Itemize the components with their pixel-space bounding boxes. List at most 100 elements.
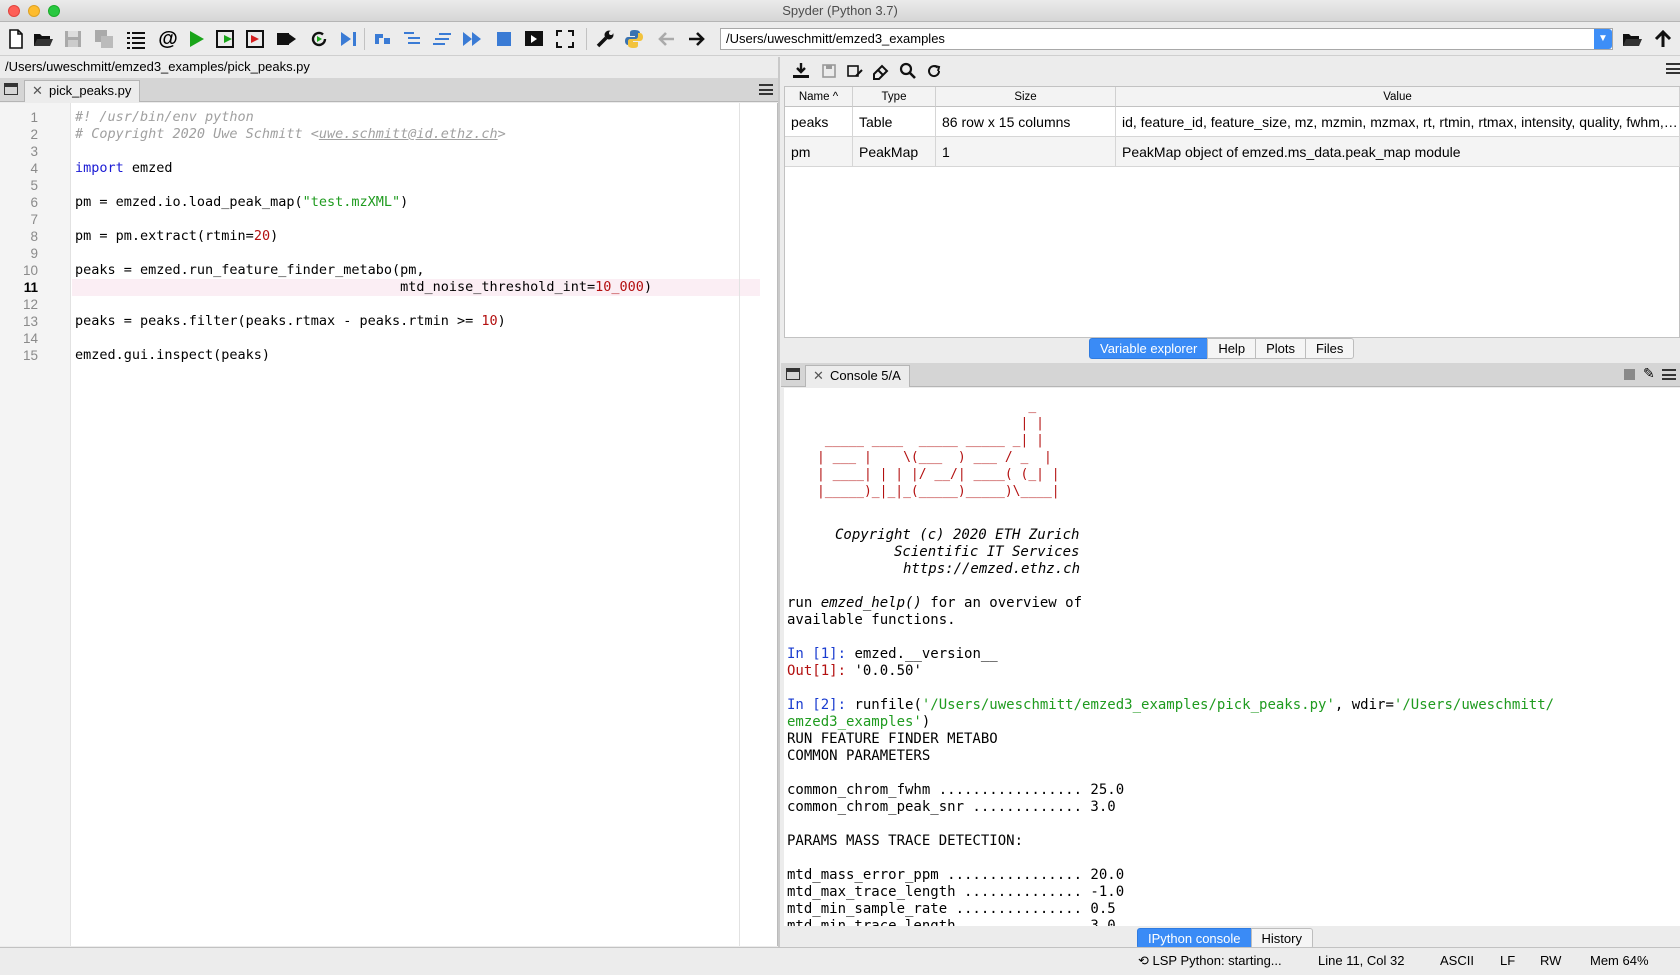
run-cell-icon[interactable] — [214, 27, 238, 51]
code-token: ) — [270, 228, 279, 244]
console-text: emzed_help() — [820, 595, 922, 611]
refresh-icon[interactable] — [922, 59, 946, 83]
pane-options-icon[interactable] — [4, 83, 18, 95]
close-tab-icon[interactable]: ✕ — [813, 366, 824, 386]
code-line: mtd_noise_threshold_int=10_000) — [75, 279, 652, 296]
list-icon[interactable] — [124, 27, 148, 51]
python-path-icon[interactable] — [622, 27, 646, 51]
window-title: Spyder (Python 3.7) — [782, 3, 898, 18]
fullscreen-icon[interactable] — [553, 27, 577, 51]
column-header-name[interactable]: Name ^ — [785, 87, 853, 107]
tab-help[interactable]: Help — [1207, 338, 1257, 359]
stop-debug-icon[interactable] — [492, 27, 516, 51]
line-number-current: 11 — [23, 280, 38, 295]
rerun-icon[interactable] — [307, 27, 331, 51]
import-data-icon[interactable] — [789, 59, 813, 83]
close-window-button[interactable] — [8, 5, 20, 17]
new-file-icon[interactable] — [4, 27, 28, 51]
working-directory-value: /Users/uweschmitt/emzed3_examples — [726, 31, 945, 46]
console-menu-icon[interactable] — [1662, 369, 1676, 380]
console-output-line: mtd_mass_error_ppm ................ 20.0 — [787, 867, 1125, 883]
ascii-art-line: | ____| | | |/ __/| ____( (_| | — [817, 467, 1060, 482]
close-tab-icon[interactable]: ✕ — [32, 81, 43, 101]
line-number: 4 — [30, 161, 38, 176]
tab-label: pick_peaks.py — [49, 83, 132, 98]
cell-value: PeakMap object of emzed.ms_data.peak_map… — [1116, 137, 1680, 167]
preferences-wrench-icon[interactable] — [593, 27, 617, 51]
tab-pick-peaks[interactable]: ✕ pick_peaks.py — [24, 80, 141, 102]
console-copyright: Copyright (c) 2020 ETH Zurich — [835, 527, 1080, 543]
code-token: 10_000 — [595, 279, 644, 295]
console-output-line: mtd_min_trace_length .............. 3.0 — [787, 918, 1116, 926]
cell-name: pm — [785, 137, 853, 167]
tab-console[interactable]: ✕ Console 5/A — [805, 365, 910, 387]
editor-menu-icon[interactable] — [759, 84, 773, 95]
run-icon[interactable] — [184, 27, 208, 51]
console-output-line: common_chrom_fwhm ................. 25.0 — [787, 782, 1125, 798]
console-output-line: mtd_min_sample_rate ............... 0.5 — [787, 901, 1116, 917]
save-as-icon[interactable] — [843, 59, 867, 83]
tab-history[interactable]: History — [1250, 928, 1313, 949]
save-file-icon[interactable] — [61, 27, 85, 51]
code-token: ) — [400, 194, 409, 210]
working-directory-input[interactable]: /Users/uweschmitt/emzed3_examples ▼ — [720, 28, 1613, 50]
search-icon[interactable] — [896, 59, 920, 83]
ascii-art-line: | ___ | \(___ ) ___ / _ | — [817, 450, 1052, 465]
at-icon[interactable]: @ — [156, 27, 180, 51]
variable-explorer-menu-icon[interactable] — [1666, 63, 1680, 74]
parent-directory-icon[interactable] — [1651, 27, 1675, 51]
code-token: > — [497, 126, 506, 142]
column-header-value[interactable]: Value — [1116, 87, 1680, 107]
browse-folder-icon[interactable] — [1620, 27, 1644, 51]
stop-kernel-icon[interactable] — [1624, 369, 1635, 380]
console-text: runfile( — [846, 697, 922, 713]
step-return-icon[interactable] — [430, 27, 454, 51]
line-number: 2 — [30, 127, 38, 142]
input-prompt: In [2]: — [787, 697, 847, 713]
run-selection-icon[interactable] — [274, 27, 298, 51]
line-number: 7 — [30, 212, 38, 227]
pane-splitter[interactable] — [778, 57, 780, 947]
save-data-icon[interactable] — [817, 59, 841, 83]
back-arrow-icon[interactable] — [654, 27, 678, 51]
forward-arrow-icon[interactable] — [685, 27, 709, 51]
memory-usage: Mem 64% — [1590, 953, 1649, 968]
minimize-window-button[interactable] — [28, 5, 40, 17]
step-into-icon[interactable] — [400, 27, 424, 51]
code-editor[interactable]: 1 2 3 4 5 6 7 8 9 10 11 12 13 14 15 #! /… — [0, 103, 778, 946]
cursor-position: Line 11, Col 32 — [1318, 953, 1405, 968]
ipython-console[interactable]: _ | | _____ ____ _____ _____ _| | | ___ … — [784, 388, 1680, 926]
column-header-size[interactable]: Size — [936, 87, 1116, 107]
tab-files[interactable]: Files — [1304, 338, 1355, 359]
column-header-type[interactable]: Type — [853, 87, 936, 107]
save-all-icon[interactable] — [92, 27, 116, 51]
pane-options-icon[interactable] — [786, 368, 800, 380]
email-link[interactable]: uwe.schmitt@id.ethz.ch — [319, 126, 498, 142]
console-text: '0.0.50' — [846, 663, 922, 679]
eraser-icon[interactable] — [869, 59, 893, 83]
code-line: pm = pm.extract(rtmin=20) — [75, 228, 278, 245]
eraser-icon[interactable]: ✎ — [1643, 365, 1655, 382]
zoom-window-button[interactable] — [48, 5, 60, 17]
file-encoding: ASCII — [1440, 953, 1474, 968]
console-line: In [1]: emzed.__version__ — [787, 646, 998, 663]
open-file-icon[interactable] — [31, 27, 55, 51]
line-number: 5 — [30, 178, 38, 193]
code-token: ) — [497, 313, 506, 329]
code-token: 20 — [253, 228, 271, 244]
line-number: 3 — [30, 144, 38, 159]
ascii-art-line: _ — [817, 399, 1037, 414]
run-cell-advance-icon[interactable] — [244, 27, 268, 51]
code-token: 10 — [481, 313, 498, 329]
continue-icon[interactable] — [460, 27, 484, 51]
console-services: Scientific IT Services — [894, 544, 1080, 560]
tab-plots[interactable]: Plots — [1255, 338, 1306, 359]
tab-variable-explorer[interactable]: Variable explorer — [1089, 338, 1209, 359]
tab-ipython-console[interactable]: IPython console — [1137, 928, 1252, 949]
line-number: 12 — [22, 297, 38, 312]
maximize-pane-icon[interactable] — [522, 27, 546, 51]
chevron-down-icon[interactable]: ▼ — [1594, 29, 1612, 49]
step-icon[interactable] — [370, 27, 394, 51]
cell-type: PeakMap — [853, 137, 936, 167]
debug-icon[interactable] — [337, 27, 361, 51]
